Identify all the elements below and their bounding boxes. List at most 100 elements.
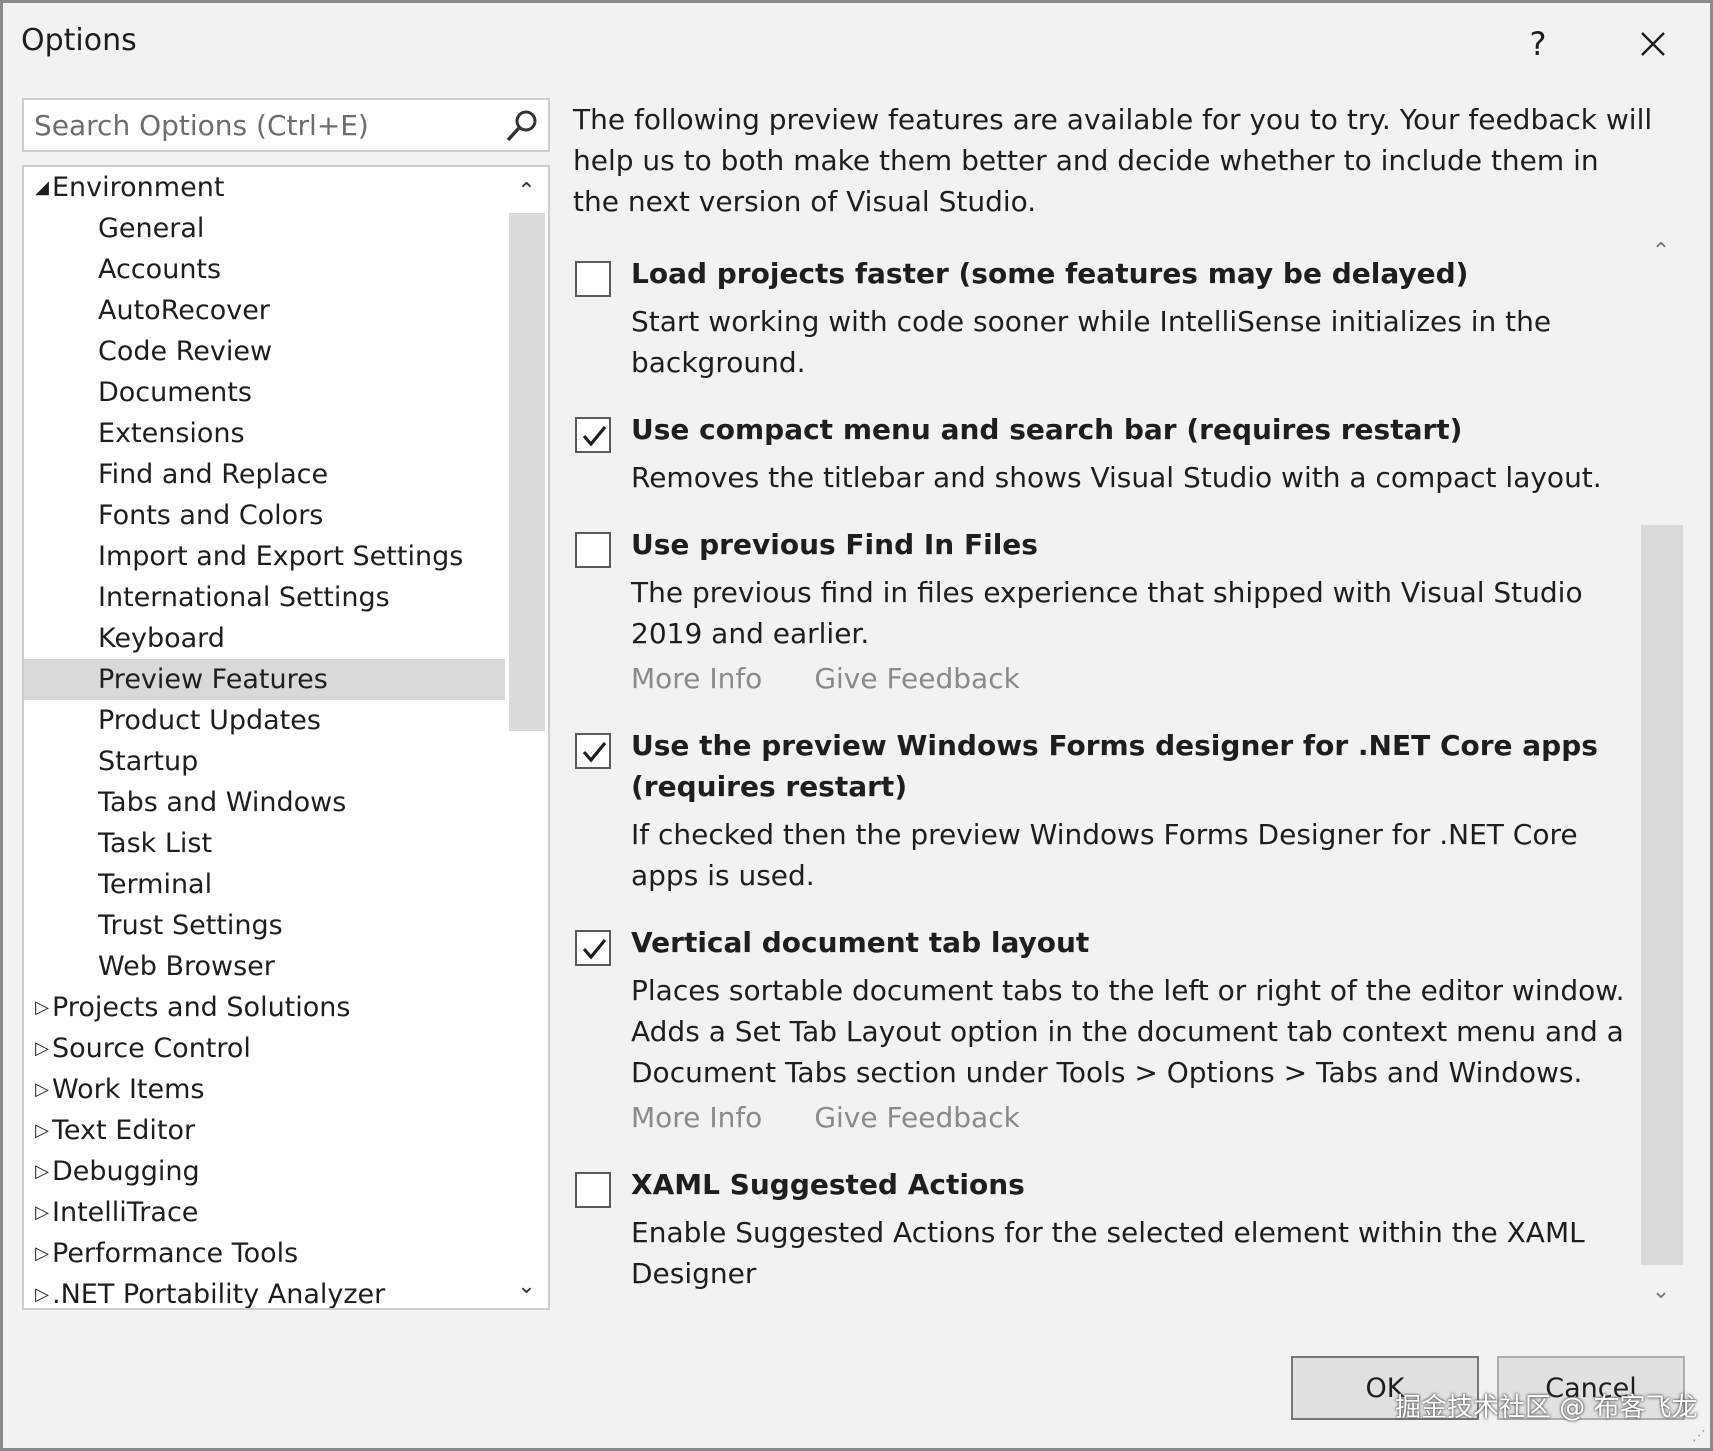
resize-grip-icon[interactable]: ⋰ xyxy=(1692,1428,1706,1444)
tree-item-label: Accounts xyxy=(98,254,222,285)
dialog-title: Options xyxy=(21,23,137,58)
collapsed-triangle-icon[interactable]: ▷ xyxy=(32,987,52,1028)
tree-item-code-review[interactable]: Code Review xyxy=(24,331,507,372)
collapsed-triangle-icon[interactable]: ▷ xyxy=(32,1028,52,1069)
help-button[interactable]: ? xyxy=(1508,17,1568,71)
tree-item-environment[interactable]: ◢ Environment xyxy=(24,167,507,208)
feature-title: Use the preview Windows Forms designer f… xyxy=(631,729,1598,803)
tree-item-work-items[interactable]: ▷ Work Items xyxy=(24,1069,507,1110)
feature-links: More Info Give Feedback xyxy=(631,658,1641,699)
pane-scroll-thumb[interactable] xyxy=(1641,525,1683,1265)
feature-item: Load projects faster (some features may … xyxy=(571,253,1641,383)
tree-item-label: Work Items xyxy=(52,1074,205,1105)
tree-item-label: Import and Export Settings xyxy=(98,541,464,572)
tree-item-label: Web Browser xyxy=(98,951,275,982)
intro-text: The following preview features are avail… xyxy=(573,103,1653,218)
feature-title: Vertical document tab layout xyxy=(631,926,1090,959)
give-feedback-link[interactable]: Give Feedback xyxy=(814,662,1020,695)
tree-item-trust-settings[interactable]: Trust Settings xyxy=(24,905,507,946)
tree-item-intellitrace[interactable]: ▷ IntelliTrace xyxy=(24,1192,507,1233)
tree-item-debugging[interactable]: ▷ Debugging xyxy=(24,1151,507,1192)
tree-item-label: Debugging xyxy=(52,1156,200,1187)
tree-item-source-control[interactable]: ▷ Source Control xyxy=(24,1028,507,1069)
tree-item-tabs-and-windows[interactable]: Tabs and Windows xyxy=(24,782,507,823)
tree-item-label: Tabs and Windows xyxy=(98,787,347,818)
tree-item-label: Extensions xyxy=(98,418,245,449)
tree-item-international-settings[interactable]: International Settings xyxy=(24,577,507,618)
feature-checkbox[interactable] xyxy=(575,733,611,769)
feature-checkbox[interactable] xyxy=(575,261,611,297)
feature-description: Enable Suggested Actions for the selecte… xyxy=(631,1216,1585,1290)
feature-title: Load projects faster (some features may … xyxy=(631,257,1469,290)
more-info-link[interactable]: More Info xyxy=(631,1101,762,1134)
tree-item-keyboard[interactable]: Keyboard xyxy=(24,618,507,659)
tree-item-label: Trust Settings xyxy=(98,910,283,941)
options-tree: ◢ Environment General Accounts AutoRecover Co… xyxy=(22,165,550,1310)
feature-description: Removes the titlebar and shows Visual St… xyxy=(631,461,1602,494)
more-info-link[interactable]: More Info xyxy=(631,662,762,695)
tree-item-autorecover[interactable]: AutoRecover xyxy=(24,290,507,331)
pane-scrollbar[interactable]: ⌃ ⌄ xyxy=(1639,233,1683,1313)
feature-description: If checked then the preview Windows Form… xyxy=(631,818,1578,892)
tree-item-accounts[interactable]: Accounts xyxy=(24,249,507,290)
collapsed-triangle-icon[interactable]: ▷ xyxy=(32,1192,52,1233)
tree-item-label: Keyboard xyxy=(98,623,225,654)
tree-item-web-browser[interactable]: Web Browser xyxy=(24,946,507,987)
watermark: 掘金技术社区 @ 布客飞龙 xyxy=(1395,1393,1698,1423)
tree-item-performance-tools[interactable]: ▷ Performance Tools xyxy=(24,1233,507,1274)
search-icon[interactable] xyxy=(504,108,540,144)
feature-item: Use compact menu and search bar (require… xyxy=(571,409,1641,498)
feature-checkbox[interactable] xyxy=(575,1172,611,1208)
tree-item-extensions[interactable]: Extensions xyxy=(24,413,507,454)
tree-item-startup[interactable]: Startup xyxy=(24,741,507,782)
feature-title: Use compact menu and search bar (require… xyxy=(631,413,1463,446)
checkmark-icon xyxy=(582,938,607,960)
tree-item-label: Source Control xyxy=(52,1033,251,1064)
tree-scrollbar[interactable]: ⌃ ⌄ xyxy=(505,167,548,1308)
feature-title: Use previous Find In Files xyxy=(631,528,1038,561)
tree-item-label: Task List xyxy=(98,828,213,859)
feature-item: XAML Suggested Actions Enable Suggested A… xyxy=(571,1164,1641,1294)
feature-links: More Info Give Feedback xyxy=(631,1097,1641,1138)
tree-item-label: .NET Portability Analyzer xyxy=(52,1279,386,1310)
collapsed-triangle-icon[interactable]: ▷ xyxy=(32,1069,52,1110)
tree-item-product-updates[interactable]: Product Updates xyxy=(24,700,507,741)
close-icon xyxy=(1641,32,1665,56)
tree-list: ◢ Environment General Accounts AutoRecover Co… xyxy=(24,167,507,1310)
tree-item-label: Text Editor xyxy=(52,1115,196,1146)
feature-checkbox[interactable] xyxy=(575,930,611,966)
collapsed-triangle-icon[interactable]: ▷ xyxy=(32,1110,52,1151)
tree-item-net-portability-analyzer[interactable]: ▷ .NET Portability Analyzer xyxy=(24,1274,507,1310)
tree-item-preview-features[interactable]: Preview Features xyxy=(24,659,507,700)
pane-scroll-up-icon[interactable]: ⌃ xyxy=(1639,233,1683,269)
tree-item-label: International Settings xyxy=(98,582,390,613)
tree-item-task-list[interactable]: Task List xyxy=(24,823,507,864)
preview-features-pane: The following preview features are avail… xyxy=(571,93,1681,1323)
tree-item-import-and-export-settings[interactable]: Import and Export Settings xyxy=(24,536,507,577)
tree-item-label: AutoRecover xyxy=(98,295,270,326)
tree-item-general[interactable]: General xyxy=(24,208,507,249)
expanded-triangle-icon[interactable]: ◢ xyxy=(32,167,52,208)
tree-scroll-thumb[interactable] xyxy=(509,213,545,731)
tree-item-documents[interactable]: Documents xyxy=(24,372,507,413)
checkmark-icon xyxy=(582,741,607,763)
feature-checkbox[interactable] xyxy=(575,532,611,568)
tree-item-text-editor[interactable]: ▷ Text Editor xyxy=(24,1110,507,1151)
feature-item: Use previous Find In Files The previous f… xyxy=(571,524,1641,699)
feature-description: The previous find in files experience th… xyxy=(631,576,1583,650)
feature-checkbox[interactable] xyxy=(575,417,611,453)
pane-scroll-down-icon[interactable]: ⌄ xyxy=(1639,1273,1683,1309)
tree-item-projects-and-solutions[interactable]: ▷ Projects and Solutions xyxy=(24,987,507,1028)
collapsed-triangle-icon[interactable]: ▷ xyxy=(32,1274,52,1308)
collapsed-triangle-icon[interactable]: ▷ xyxy=(32,1233,52,1274)
search-input[interactable] xyxy=(24,100,484,150)
scroll-down-icon[interactable]: ⌄ xyxy=(505,1266,548,1306)
collapsed-triangle-icon[interactable]: ▷ xyxy=(32,1151,52,1192)
search-box[interactable] xyxy=(22,98,550,152)
close-button[interactable] xyxy=(1623,17,1683,71)
give-feedback-link[interactable]: Give Feedback xyxy=(814,1101,1020,1134)
tree-item-terminal[interactable]: Terminal xyxy=(24,864,507,905)
tree-item-fonts-and-colors[interactable]: Fonts and Colors xyxy=(24,495,507,536)
tree-item-find-and-replace[interactable]: Find and Replace xyxy=(24,454,507,495)
scroll-up-icon[interactable]: ⌃ xyxy=(505,171,548,211)
